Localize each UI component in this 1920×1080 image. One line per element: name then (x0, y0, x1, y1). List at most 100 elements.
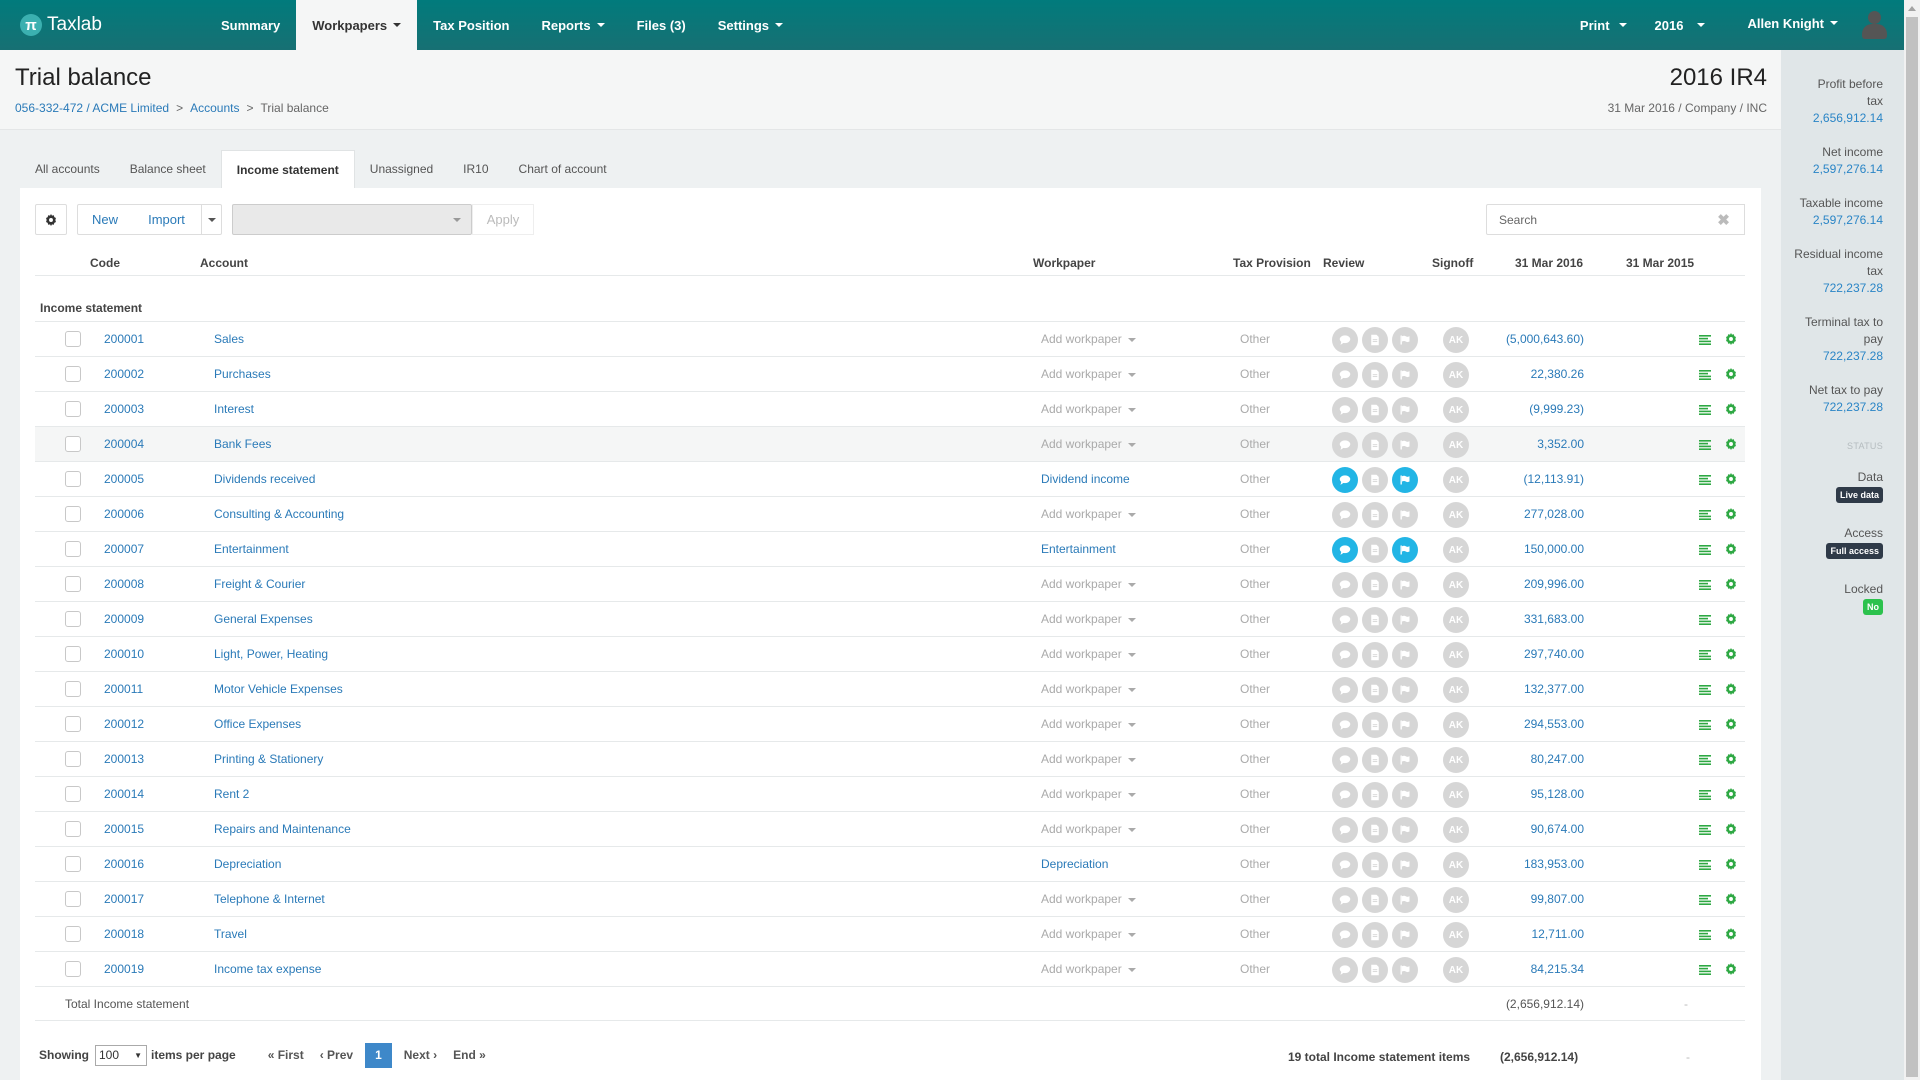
list-icon[interactable] (1699, 614, 1711, 628)
col-31-mar-2016[interactable]: 31 Mar 2016 (1515, 256, 1583, 270)
signoff-avatar[interactable]: AK (1443, 922, 1469, 948)
review-document-icon[interactable] (1362, 362, 1388, 388)
gear-icon[interactable] (1725, 368, 1737, 383)
account-name-link[interactable]: Printing & Stationery (214, 752, 323, 766)
tax-provision[interactable]: Other (1240, 962, 1270, 976)
row-checkbox[interactable] (65, 926, 81, 942)
row-checkbox[interactable] (65, 401, 81, 417)
review-document-icon[interactable] (1362, 397, 1388, 423)
user-avatar-icon[interactable] (1860, 9, 1888, 41)
summary-value[interactable]: 2,597,276.14 (1781, 212, 1883, 229)
gear-icon[interactable] (1725, 508, 1737, 523)
signoff-avatar[interactable]: AK (1443, 362, 1469, 388)
signoff-avatar[interactable]: AK (1443, 572, 1469, 598)
list-icon[interactable] (1699, 544, 1711, 558)
breadcrumb-accounts[interactable]: Accounts (190, 101, 239, 115)
row-checkbox[interactable] (65, 646, 81, 662)
workpaper-link[interactable]: Depreciation (1041, 857, 1108, 871)
signoff-avatar[interactable]: AK (1443, 467, 1469, 493)
next-page-link[interactable]: Next › (396, 1048, 445, 1062)
account-code-link[interactable]: 200011 (104, 682, 143, 696)
review-document-icon[interactable] (1362, 537, 1388, 563)
review-comment-icon[interactable] (1332, 537, 1358, 563)
row-checkbox[interactable] (65, 506, 81, 522)
add-workpaper-dropdown[interactable]: Add workpaper (1041, 822, 1136, 836)
account-code-link[interactable]: 200018 (104, 927, 144, 941)
account-code-link[interactable]: 200014 (104, 787, 144, 801)
settings-button[interactable] (35, 204, 67, 235)
review-flag-icon[interactable] (1392, 922, 1418, 948)
list-icon[interactable] (1699, 754, 1711, 768)
row-checkbox[interactable] (65, 576, 81, 592)
signoff-avatar[interactable]: AK (1443, 397, 1469, 423)
print-menu[interactable]: Print (1566, 0, 1641, 50)
review-document-icon[interactable] (1362, 467, 1388, 493)
row-checkbox[interactable] (65, 611, 81, 627)
review-flag-icon[interactable] (1392, 782, 1418, 808)
scrollbar-thumb[interactable] (1906, 17, 1918, 1077)
review-document-icon[interactable] (1362, 782, 1388, 808)
list-icon[interactable] (1699, 684, 1711, 698)
add-workpaper-dropdown[interactable]: Add workpaper (1041, 367, 1136, 381)
tax-provision[interactable]: Other (1240, 857, 1270, 871)
tax-provision[interactable]: Other (1240, 507, 1270, 521)
add-workpaper-dropdown[interactable]: Add workpaper (1041, 577, 1136, 591)
summary-value[interactable]: 722,237.28 (1787, 280, 1883, 297)
tax-provision[interactable]: Other (1240, 787, 1270, 801)
list-icon[interactable] (1699, 929, 1711, 943)
review-comment-icon[interactable] (1332, 852, 1358, 878)
review-comment-icon[interactable] (1332, 922, 1358, 948)
amount-current[interactable]: (12,113.91) (1524, 472, 1585, 486)
nav-reports[interactable]: Reports (525, 0, 620, 50)
review-comment-icon[interactable] (1332, 327, 1358, 353)
review-flag-icon[interactable] (1392, 677, 1418, 703)
row-checkbox[interactable] (65, 786, 81, 802)
amount-current[interactable]: 84,215.34 (1531, 962, 1584, 976)
signoff-avatar[interactable]: AK (1443, 852, 1469, 878)
amount-current[interactable]: 132,377.00 (1524, 682, 1584, 696)
account-code-link[interactable]: 200013 (104, 752, 144, 766)
gear-icon[interactable] (1725, 963, 1737, 978)
tax-provision[interactable]: Other (1240, 367, 1270, 381)
gear-icon[interactable] (1725, 403, 1737, 418)
tax-provision[interactable]: Other (1240, 577, 1270, 591)
review-flag-icon[interactable] (1392, 397, 1418, 423)
workpaper-link[interactable]: Entertainment (1041, 542, 1116, 556)
account-code-link[interactable]: 200003 (104, 402, 144, 416)
add-workpaper-dropdown[interactable]: Add workpaper (1041, 752, 1136, 766)
list-icon[interactable] (1699, 859, 1711, 873)
tax-provision[interactable]: Other (1240, 612, 1270, 626)
tax-provision[interactable]: Other (1240, 332, 1270, 346)
row-checkbox[interactable] (65, 471, 81, 487)
review-document-icon[interactable] (1362, 887, 1388, 913)
tab-unassigned[interactable]: Unassigned (355, 150, 448, 189)
signoff-avatar[interactable]: AK (1443, 677, 1469, 703)
signoff-avatar[interactable]: AK (1443, 327, 1469, 353)
nav-tax-position[interactable]: Tax Position (417, 0, 525, 50)
col-31-mar-2015[interactable]: 31 Mar 2015 (1626, 256, 1694, 270)
scroll-up-icon[interactable] (1908, 6, 1916, 11)
nav-settings[interactable]: Settings (702, 0, 799, 50)
workpaper-link[interactable]: Dividend income (1041, 472, 1130, 486)
gear-icon[interactable] (1725, 823, 1737, 838)
review-comment-icon[interactable] (1332, 817, 1358, 843)
amount-current[interactable]: 294,553.00 (1524, 717, 1584, 731)
review-document-icon[interactable] (1362, 642, 1388, 668)
gear-icon[interactable] (1725, 543, 1737, 558)
list-icon[interactable] (1699, 649, 1711, 663)
review-comment-icon[interactable] (1332, 642, 1358, 668)
add-workpaper-dropdown[interactable]: Add workpaper (1041, 682, 1136, 696)
review-flag-icon[interactable] (1392, 502, 1418, 528)
account-code-link[interactable]: 200002 (104, 367, 144, 381)
review-document-icon[interactable] (1362, 607, 1388, 633)
gear-icon[interactable] (1725, 718, 1737, 733)
review-flag-icon[interactable] (1392, 327, 1418, 353)
list-icon[interactable] (1699, 439, 1711, 453)
row-checkbox[interactable] (65, 331, 81, 347)
nav-files[interactable]: Files (3) (621, 0, 702, 50)
review-document-icon[interactable] (1362, 747, 1388, 773)
list-icon[interactable] (1699, 369, 1711, 383)
list-icon[interactable] (1699, 719, 1711, 733)
add-workpaper-dropdown[interactable]: Add workpaper (1041, 507, 1136, 521)
amount-current[interactable]: 297,740.00 (1524, 647, 1584, 661)
